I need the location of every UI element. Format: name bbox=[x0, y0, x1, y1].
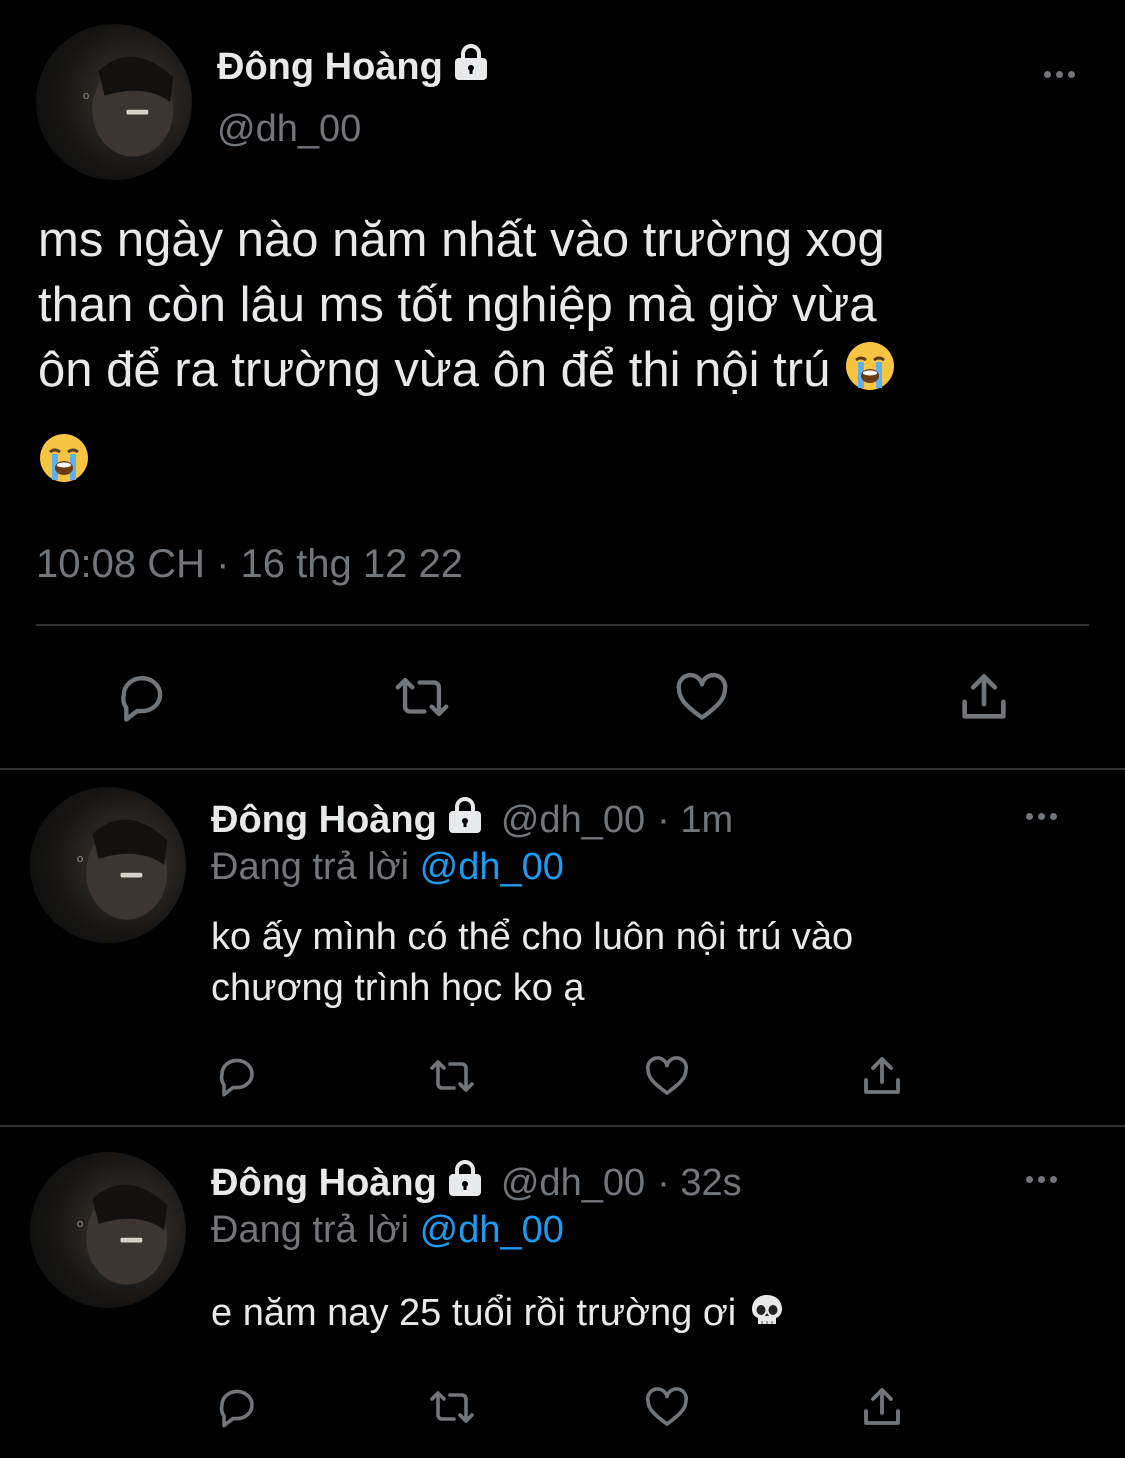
reply-text: e năm nay 25 tuổi rồi trường ơi bbox=[211, 1288, 787, 1345]
divider bbox=[0, 768, 1125, 770]
reply-header: Đông Hoàng @dh_00 · 1m bbox=[211, 796, 733, 844]
reply-text-line: e năm nay 25 tuổi rồi trường ơi bbox=[211, 1292, 737, 1334]
author-name-text[interactable]: Đông Hoàng bbox=[217, 46, 443, 89]
svg-text:o: o bbox=[77, 852, 84, 865]
reply-time[interactable]: · 32s bbox=[657, 1162, 741, 1205]
replying-to: Đang trả lời @dh_00 bbox=[211, 846, 564, 888]
divider bbox=[0, 1125, 1125, 1127]
more-icon[interactable] bbox=[1044, 71, 1075, 78]
retweet-icon[interactable] bbox=[389, 668, 455, 726]
retweet-icon[interactable] bbox=[425, 1052, 479, 1100]
tweet-text-line: ôn để ra trường vừa ôn để thi nội trú bbox=[38, 338, 896, 409]
like-icon[interactable] bbox=[643, 1383, 691, 1431]
mention-link[interactable]: @dh_00 bbox=[420, 1209, 564, 1251]
loudly-crying-face-icon bbox=[844, 340, 896, 409]
avatar[interactable]: o bbox=[36, 24, 192, 180]
lock-icon bbox=[445, 1159, 485, 1207]
author-handle[interactable]: @dh_00 bbox=[501, 799, 645, 842]
retweet-icon[interactable] bbox=[425, 1383, 479, 1431]
mention-link[interactable]: @dh_00 bbox=[420, 846, 564, 888]
avatar[interactable]: o bbox=[30, 787, 186, 943]
reply-icon[interactable] bbox=[213, 1052, 261, 1100]
reply-header: Đông Hoàng @dh_00 · 32s bbox=[211, 1159, 742, 1207]
author-name[interactable]: Đông Hoàng bbox=[217, 42, 491, 92]
avatar[interactable]: o bbox=[30, 1152, 186, 1308]
tweet-text-line: than còn lâu ms tốt nghiệp mà giờ vừa bbox=[38, 278, 877, 332]
author-handle[interactable]: @dh_00 bbox=[501, 1162, 645, 1205]
timestamp[interactable]: 10:08 CH · 16 thg 12 22 bbox=[36, 542, 463, 587]
lock-icon bbox=[445, 796, 485, 844]
share-icon[interactable] bbox=[858, 1383, 906, 1431]
more-icon[interactable] bbox=[1026, 813, 1057, 820]
tweet-text: ms ngày nào năm nhất vào trường xog than… bbox=[38, 208, 896, 409]
author-name-text[interactable]: Đông Hoàng bbox=[211, 799, 437, 842]
reply-icon[interactable] bbox=[113, 668, 171, 726]
reply-time[interactable]: · 1m bbox=[657, 799, 733, 842]
author-name-text[interactable]: Đông Hoàng bbox=[211, 1162, 437, 1205]
reply-icon[interactable] bbox=[213, 1383, 261, 1431]
loudly-crying-face-icon bbox=[38, 432, 90, 489]
share-icon[interactable] bbox=[955, 668, 1013, 726]
svg-text:o: o bbox=[83, 89, 90, 102]
like-icon[interactable] bbox=[673, 668, 731, 726]
author-handle[interactable]: @dh_00 bbox=[217, 108, 361, 151]
divider bbox=[36, 624, 1089, 626]
svg-text:o: o bbox=[77, 1217, 84, 1230]
like-icon[interactable] bbox=[643, 1052, 691, 1100]
more-icon[interactable] bbox=[1026, 1176, 1057, 1183]
tweet-text-line: ms ngày nào năm nhất vào trường xog bbox=[38, 213, 885, 267]
share-icon[interactable] bbox=[858, 1052, 906, 1100]
reply-text: ko ấy mình có thể cho luôn nội trú vào c… bbox=[211, 912, 853, 1014]
reply-text-line: ko ấy mình có thể cho luôn nội trú vào bbox=[211, 916, 854, 958]
skull-icon bbox=[747, 1291, 787, 1345]
reply-text-line: chương trình học ko ạ bbox=[211, 967, 585, 1009]
replying-to: Đang trả lời @dh_00 bbox=[211, 1209, 564, 1251]
lock-icon bbox=[451, 43, 491, 91]
